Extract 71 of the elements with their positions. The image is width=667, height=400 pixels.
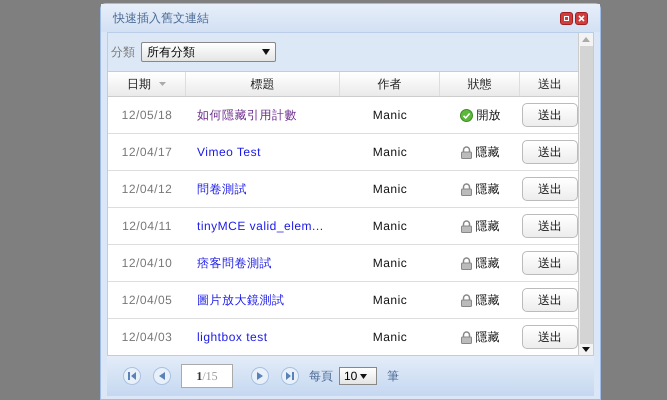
sort-arrow-icon	[159, 82, 166, 86]
scrollbar[interactable]	[578, 33, 593, 355]
first-page-icon	[128, 372, 136, 380]
send-button[interactable]: 送出	[522, 177, 578, 201]
author-cell-text: Manic	[372, 181, 408, 198]
status-label: 開放	[476, 107, 500, 124]
previous-page-button[interactable]	[153, 367, 171, 385]
column-header[interactable]: 日期	[127, 75, 151, 93]
author-cell-text: Manic	[372, 218, 408, 235]
close-button[interactable]	[575, 12, 588, 24]
date-cell-text: 12/04/05	[122, 292, 172, 309]
send-button[interactable]: 送出	[522, 140, 578, 164]
lock-icon	[460, 294, 472, 306]
dropdown-arrow-icon	[262, 49, 270, 55]
post-title-link[interactable]: 痞客問卷測試	[197, 256, 272, 270]
date-cell-text: 12/05/18	[122, 107, 172, 124]
post-title-link[interactable]: 問卷測試	[197, 182, 247, 196]
date-cell-text: 12/04/10	[122, 255, 172, 272]
column-header[interactable]: 標題	[250, 75, 274, 93]
column-header[interactable]: 狀態	[468, 75, 492, 93]
next-page-button[interactable]	[251, 367, 269, 385]
column-header[interactable]: 送出	[538, 75, 562, 93]
lock-icon	[460, 220, 472, 232]
status-label: 隱藏	[476, 144, 500, 161]
lock-icon	[460, 330, 472, 344]
author-cell-text: Manic	[372, 255, 408, 272]
page-field[interactable]: 1/15	[181, 364, 233, 388]
scroll-down-arrow-icon[interactable]	[582, 347, 590, 352]
status-label: 隱藏	[476, 329, 500, 346]
post-title-link[interactable]: lightbox test	[197, 330, 268, 344]
status-label: 隱藏	[476, 292, 500, 309]
date-cell-text: 12/04/17	[122, 144, 172, 161]
last-page-button[interactable]	[281, 367, 299, 385]
close-icon	[578, 14, 585, 22]
author-cell-text: Manic	[372, 292, 408, 309]
date-cell-text: 12/04/12	[122, 181, 172, 198]
lock-icon	[460, 146, 472, 158]
first-page-button[interactable]	[123, 367, 141, 385]
previous-page-icon	[159, 372, 165, 380]
post-title-link[interactable]: 如何隱藏引用計數	[197, 108, 297, 122]
last-page-icon	[286, 372, 294, 380]
send-button[interactable]: 送出	[522, 251, 578, 275]
per-page-label: 每頁	[309, 368, 333, 385]
send-button[interactable]: 送出	[522, 325, 578, 349]
category-dropdown[interactable]: 所有分類	[141, 42, 276, 62]
post-title-link[interactable]: tinyMCE valid_elem...	[197, 219, 324, 233]
lock-icon	[460, 256, 472, 270]
post-title-link[interactable]: 圖片放大鏡測試	[197, 293, 284, 307]
send-button[interactable]: 送出	[522, 288, 578, 312]
post-title-link[interactable]: Vimeo Test	[197, 145, 261, 159]
author-cell-text: Manic	[372, 329, 408, 346]
date-cell-text: 12/04/11	[122, 218, 172, 235]
column-header[interactable]: 作者	[378, 75, 402, 93]
check-circle-icon	[460, 108, 472, 122]
window-title: 快速插入舊文連結	[113, 10, 210, 27]
author-cell-text: Manic	[372, 144, 408, 161]
next-page-icon	[257, 372, 263, 380]
category-label: 分類	[111, 44, 135, 61]
scroll-up-arrow-icon[interactable]	[582, 37, 590, 42]
dropdown-arrow-icon	[360, 374, 368, 378]
unit-label: 筆	[387, 368, 399, 385]
lock-icon	[460, 182, 472, 196]
status-label: 隱藏	[476, 218, 500, 235]
send-button[interactable]: 送出	[522, 214, 578, 238]
author-cell-text: Manic	[372, 107, 408, 124]
status-label: 隱藏	[476, 255, 500, 272]
per-page-dropdown[interactable]: 10	[339, 367, 377, 385]
date-cell-text: 12/04/03	[122, 329, 172, 346]
send-button[interactable]: 送出	[522, 103, 578, 127]
maximize-button[interactable]	[560, 12, 573, 24]
status-label: 隱藏	[476, 181, 500, 198]
